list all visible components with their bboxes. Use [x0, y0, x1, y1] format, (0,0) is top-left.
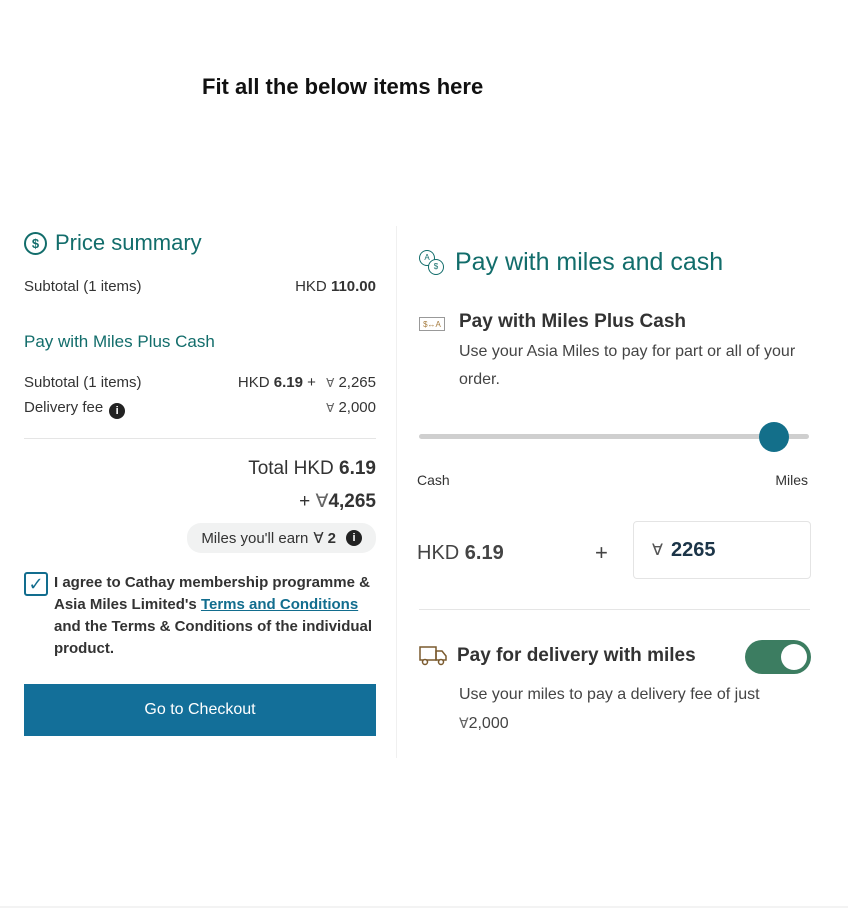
slider-min-label: Cash [417, 472, 450, 488]
miles-amount-input[interactable]: Ɐ 2265 [633, 521, 811, 579]
terms-agreement: ✓ I agree to Cathay membership programme… [24, 572, 378, 660]
miles-earn-badge: Miles you'll earn Ɐ 2 i [187, 523, 376, 553]
subtotal-label: Subtotal (1 items) [24, 278, 142, 295]
slider-max-label: Miles [775, 472, 808, 488]
page: Fit all the below items here $ Price sum… [0, 0, 848, 908]
pay-miles-panel: A $ Pay with miles and cash $↔A Pay with… [396, 226, 818, 758]
miles-symbol-icon: Ɐ [315, 491, 329, 512]
delivery-value: Ɐ 2,000 [326, 399, 376, 416]
delivery-row: Delivery fee i Ɐ 2,000 [24, 399, 376, 419]
dollar-circle-icon: $ [24, 231, 47, 255]
checkout-button[interactable]: Go to Checkout [24, 684, 376, 736]
instruction-heading: Fit all the below items here [202, 74, 484, 99]
miles-symbol-icon: Ɐ [326, 376, 335, 390]
divider [419, 609, 810, 610]
delivery-miles-toggle[interactable] [745, 640, 811, 674]
miles-symbol-icon: Ɐ [313, 530, 324, 547]
slider-thumb[interactable] [758, 422, 789, 452]
delivery-label: Delivery fee i [24, 399, 126, 419]
mpc-subtotal-row: Subtotal (1 items) HKD 6.19 + Ɐ 2,265 [24, 374, 376, 391]
total-miles: + Ɐ4,265 [299, 491, 376, 512]
cash-amount: HKD 6.19 [417, 542, 504, 564]
price-summary-title: $ Price summary [24, 230, 202, 256]
delivery-section-title: Pay for delivery with miles [457, 645, 696, 666]
mpc-subtotal-label: Subtotal (1 items) [24, 374, 142, 391]
divider [24, 438, 376, 439]
info-icon[interactable]: i [346, 530, 362, 546]
miles-symbol-icon: Ɐ [459, 715, 469, 731]
mpc-section-title: Pay with Miles Plus Cash [459, 311, 687, 332]
plus-sign: + [595, 540, 608, 565]
subtotal-row: Subtotal (1 items) HKD 110.00 [24, 278, 376, 295]
cash-miles-slider[interactable] [419, 422, 809, 452]
pay-miles-title: A $ Pay with miles and cash [419, 248, 723, 277]
mpc-heading: Pay with Miles Plus Cash [24, 332, 215, 351]
mpc-section-desc: Use your Asia Miles to pay for part or a… [459, 343, 796, 388]
cash-miles-exchange-icon: $↔A [419, 317, 445, 331]
mpc-subtotal-value: HKD 6.19 + Ɐ 2,265 [237, 374, 376, 391]
terms-checkbox[interactable]: ✓ [24, 572, 48, 596]
delivery-section-desc: Use your miles to pay a delivery fee of … [459, 686, 760, 732]
terms-text: I agree to Cathay membership programme &… [54, 574, 373, 657]
miles-symbol-icon: Ɐ [652, 542, 663, 559]
terms-link[interactable]: Terms and Conditions [201, 596, 358, 613]
info-icon[interactable]: i [109, 403, 126, 419]
price-summary-panel: $ Price summary Subtotal (1 items) HKD 1… [18, 226, 394, 742]
total-cash: Total HKD 6.19 [248, 458, 376, 479]
coins-icon: A $ [419, 249, 445, 276]
delivery-truck-icon [419, 646, 447, 666]
subtotal-value: HKD 110.00 [295, 278, 376, 295]
miles-symbol-icon: Ɐ [326, 401, 335, 415]
